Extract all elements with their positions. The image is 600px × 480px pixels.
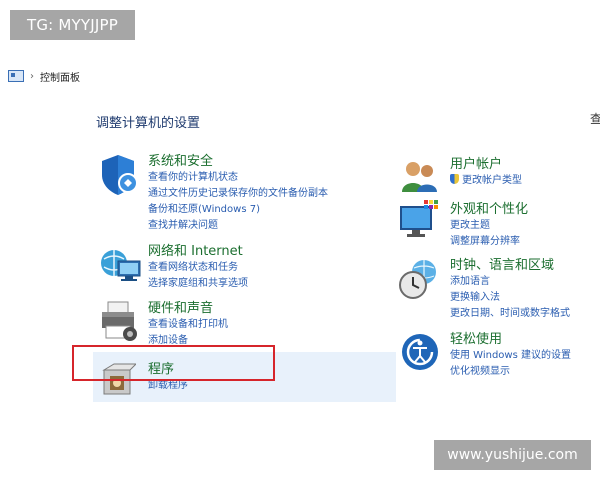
network-globe-icon	[101, 250, 141, 281]
category-clock-language-region: 时钟、语言和区域 添加语言 更换输入法 更改日期、时间或数字格式	[450, 258, 570, 322]
link-devices-printers[interactable]: 查看设备和打印机	[148, 317, 228, 333]
link-file-history[interactable]: 通过文件历史记录保存你的文件备份副本	[148, 186, 328, 202]
link-optimize-display[interactable]: 优化视频显示	[450, 364, 571, 380]
category-title[interactable]: 系统和安全	[148, 154, 328, 170]
link-label: 更改帐户类型	[462, 175, 522, 186]
link-add-language[interactable]: 添加语言	[450, 274, 570, 290]
link-change-theme[interactable]: 更改主题	[450, 218, 528, 234]
link-network-status[interactable]: 查看网络状态和任务	[148, 260, 248, 276]
category-ease-of-access: 轻松使用 使用 Windows 建议的设置 优化视频显示	[450, 332, 571, 380]
link-troubleshoot[interactable]: 查找并解决问题	[148, 218, 328, 234]
link-view-computer-status[interactable]: 查看你的计算机状态	[148, 170, 328, 186]
link-recommended-settings[interactable]: 使用 Windows 建议的设置	[450, 348, 571, 364]
monitor-palette-icon	[400, 200, 438, 237]
link-screen-resolution[interactable]: 调整屏幕分辨率	[450, 234, 528, 250]
ease-of-access-icon	[402, 334, 438, 370]
category-title[interactable]: 轻松使用	[450, 332, 571, 348]
category-title[interactable]: 网络和 Internet	[148, 244, 248, 260]
category-title[interactable]: 外观和个性化	[450, 202, 528, 218]
printer-icon	[102, 301, 137, 341]
category-appearance: 外观和个性化 更改主题 调整屏幕分辨率	[450, 202, 528, 250]
truncated-right-text[interactable]: 查	[590, 110, 600, 127]
link-change-date-format[interactable]: 更改日期、时间或数字格式	[450, 306, 570, 322]
uac-shield-icon	[450, 174, 459, 184]
category-title[interactable]: 时钟、语言和区域	[450, 258, 570, 274]
shield-icon	[102, 155, 138, 195]
link-homegroup-sharing[interactable]: 选择家庭组和共享选项	[148, 276, 248, 292]
control-panel-icon[interactable]	[8, 70, 24, 82]
category-system-security: 系统和安全 查看你的计算机状态 通过文件历史记录保存你的文件备份副本 备份和还原…	[148, 154, 328, 234]
category-title[interactable]: 用户帐户	[450, 157, 522, 173]
watermark-top: TG: MYYJJPP	[10, 10, 135, 40]
highlight-box	[72, 345, 275, 381]
link-change-input-method[interactable]: 更换输入法	[450, 290, 570, 306]
page-heading: 调整计算机的设置	[96, 116, 201, 131]
users-icon	[402, 162, 437, 192]
breadcrumb: › 控制面板	[8, 68, 80, 84]
clock-globe-icon	[399, 260, 436, 299]
watermark-bottom: www.yushijue.com	[434, 440, 591, 470]
link-backup-restore[interactable]: 备份和还原(Windows 7)	[148, 202, 328, 218]
category-user-accounts: 用户帐户 更改帐户类型	[450, 157, 522, 189]
link-change-account-type[interactable]: 更改帐户类型	[450, 173, 522, 189]
breadcrumb-separator: ›	[30, 70, 34, 82]
category-hardware-sound: 硬件和声音 查看设备和打印机 添加设备	[148, 301, 228, 349]
breadcrumb-control-panel[interactable]: 控制面板	[40, 69, 80, 84]
category-title[interactable]: 硬件和声音	[148, 301, 228, 317]
category-network-internet: 网络和 Internet 查看网络状态和任务 选择家庭组和共享选项	[148, 244, 248, 292]
